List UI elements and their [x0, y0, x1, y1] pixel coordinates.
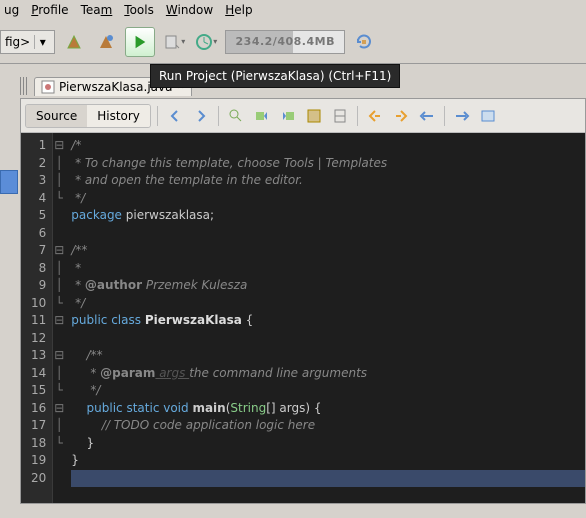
config-combo-text: fig>	[5, 35, 30, 49]
history-tab[interactable]: History	[87, 105, 150, 127]
chevron-down-icon: ▾	[34, 35, 50, 49]
view-segment: Source History	[25, 104, 151, 128]
debug-button[interactable]: ▾	[161, 29, 187, 55]
java-file-icon	[41, 80, 55, 94]
divider	[357, 106, 358, 126]
memory-text: 234.2/408.4MB	[236, 35, 335, 48]
find-prev-button[interactable]	[251, 105, 273, 127]
menubar: ug Profile Team Tools Window Help	[0, 0, 586, 20]
editor-toolbar: Source History	[21, 99, 585, 133]
code-editor[interactable]: 1234567891011121314151617181920 ⊟││└⊟││└…	[21, 133, 585, 503]
forward-button[interactable]	[190, 105, 212, 127]
editor-container: Source History 1234567891011121314151617…	[20, 98, 586, 504]
run-button[interactable]	[125, 27, 155, 57]
menu-debug[interactable]: ug	[0, 1, 23, 19]
find-next-button[interactable]	[277, 105, 299, 127]
main-toolbar: fig> ▾ ▾ ▾ 234.2/408.4MB	[0, 20, 586, 64]
profile-button[interactable]: ▾	[193, 29, 219, 55]
menu-profile[interactable]: Profile	[27, 1, 72, 19]
divider	[444, 106, 445, 126]
source-tab[interactable]: Source	[26, 105, 87, 127]
find-selection-button[interactable]	[225, 105, 247, 127]
toggle-bookmark-button[interactable]	[329, 105, 351, 127]
next-bookmark-button[interactable]	[390, 105, 412, 127]
comment-button[interactable]	[477, 105, 499, 127]
menu-help[interactable]: Help	[221, 1, 256, 19]
menu-window[interactable]: Window	[162, 1, 217, 19]
memory-meter[interactable]: 234.2/408.4MB	[225, 30, 345, 54]
tab-drag-handle[interactable]	[20, 77, 28, 95]
shift-left-button[interactable]	[416, 105, 438, 127]
divider	[157, 106, 158, 126]
clean-build-button[interactable]	[93, 29, 119, 55]
code-content: /* * To change this template, choose Too…	[65, 133, 585, 503]
run-tooltip: Run Project (PierwszaKlasa) (Ctrl+F11)	[150, 64, 400, 88]
menu-team[interactable]: Team	[77, 1, 117, 19]
shift-right-button[interactable]	[451, 105, 473, 127]
prev-bookmark-button[interactable]	[364, 105, 386, 127]
gc-button[interactable]	[351, 29, 377, 55]
highlight-button[interactable]	[303, 105, 325, 127]
menu-tools[interactable]: Tools	[120, 1, 158, 19]
line-gutter: 1234567891011121314151617181920	[21, 133, 53, 503]
back-button[interactable]	[164, 105, 186, 127]
fold-gutter: ⊟││└⊟││└⊟⊟│└⊟│└	[53, 133, 65, 503]
divider	[218, 106, 219, 126]
side-marker	[0, 170, 18, 194]
config-combo[interactable]: fig> ▾	[0, 30, 55, 54]
build-button[interactable]	[61, 29, 87, 55]
